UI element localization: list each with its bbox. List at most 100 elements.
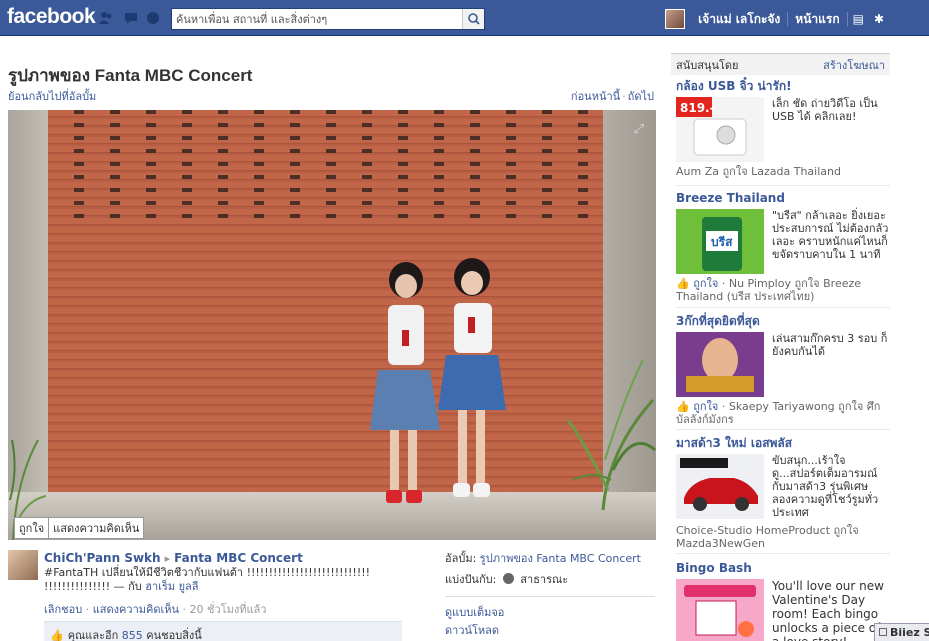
ad-title[interactable]: มาสด้า3 ใหม่ เอสพลัส	[676, 436, 890, 451]
ad-title[interactable]: 3ก๊กที่สุดยิดที่สุด	[676, 314, 890, 329]
ad-social-context: Aum Za ถูกใจ Lazada Thailand	[676, 165, 890, 178]
ad-image-usb-camera[interactable]: 819.-	[676, 97, 764, 162]
ad-body: เล็ก ชัด ถ่ายวิดีโอ เป็น USB ได้ คลิกเลย…	[772, 97, 878, 123]
search-input[interactable]	[172, 9, 462, 29]
friend-requests-icon[interactable]	[99, 11, 113, 25]
ad-item[interactable]: มาสด้า3 ใหม่ เอสพลัส ขับสนุก...เร้าใจ ดู…	[676, 436, 890, 554]
notifications-globe-icon[interactable]	[146, 11, 160, 25]
caption-text: #FantaTH เปลี่ยนให้มีชีวิตชีวากับแฟนต้า …	[44, 566, 371, 579]
photo-viewer[interactable]: ⤢	[8, 110, 656, 540]
create-ad-link[interactable]: สร้างโฆษณา	[823, 56, 885, 74]
fullscreen-link[interactable]: ดูแบบเต็มจอ	[445, 604, 655, 622]
tagged-person-link[interactable]: ฮาเร็ม ยูลลี	[145, 580, 198, 593]
ad-title[interactable]: Breeze Thailand	[676, 191, 890, 206]
ad-social-name: Nu Pimploy	[728, 277, 791, 290]
svg-text:บรีส: บรีส	[711, 235, 733, 249]
ad-social-context: Choice-Studio HomeProduct ถูกใจ Mazda3Ne…	[676, 524, 890, 550]
chat-tab-label: Biiez S	[890, 626, 929, 639]
photo-comment-button[interactable]: แสดงความคิดเห็น	[49, 518, 143, 538]
ad-social-verb: ถูกใจ	[794, 277, 820, 290]
search-button[interactable]	[462, 9, 484, 29]
likes-suffix: คนชอบสิ่งนี้	[146, 629, 202, 641]
photo-shutter-vents	[48, 110, 603, 225]
profile-avatar[interactable]	[665, 9, 686, 29]
ad-item[interactable]: Bingo Bash You'll love our new Valentine…	[676, 561, 890, 641]
likes-summary: 👍 คุณและอีก 855 คนชอบสิ่งนี้	[44, 621, 402, 641]
caption-meta: เลิกชอบ · แสดงความคิดเห็น · 20 ชั่วโมงที…	[44, 603, 267, 616]
privacy-shortcuts-icon[interactable]: ▤	[848, 12, 869, 26]
ad-item[interactable]: กล้อง USB จิ๋ว น่ารัก! 819.- เล็ก ชัด ถ่…	[676, 79, 890, 186]
ad-social-target: Mazda3NewGen	[676, 537, 765, 550]
ad-social-verb: ถูกใจ	[838, 400, 864, 413]
ad-social-target: Lazada Thailand	[751, 165, 841, 178]
ad-social-context: 👍 ถูกใจ · Skaepy Tariyawong ถูกใจ ศึกบัล…	[676, 400, 881, 426]
ad-image-three-kingdoms[interactable]	[676, 332, 764, 397]
globe-icon	[502, 573, 514, 584]
messages-icon[interactable]	[124, 11, 138, 25]
unlike-link[interactable]: เลิกชอบ	[44, 603, 82, 616]
thumbs-up-icon: 👍	[676, 400, 690, 413]
ad-title[interactable]: กล้อง USB จิ๋ว น่ารัก!	[676, 79, 890, 94]
photo-like-button[interactable]: ถูกใจ	[15, 518, 48, 538]
header-nav: เจ้าแม่ เลโกะจัง หน้าแรก ▤ ✱	[665, 9, 889, 29]
ad-body: "บรีส" กล้าเลอะ ยิ่งเยอะประสบการณ์ ไม่ต้…	[772, 209, 889, 261]
back-to-album-link[interactable]: ย้อนกลับไปที่อัลบั้ม	[8, 87, 96, 105]
previous-photo-link[interactable]: ก่อนหน้านี้	[571, 90, 620, 103]
ad-body: เล่นสามก๊กครบ 3 รอบ ก็ยังคบกันได้	[772, 332, 888, 358]
ad-item[interactable]: Breeze Thailand บรีส "บรีส" กล้าเลอะ ยิ่…	[676, 191, 890, 308]
ad-body: ขับสนุก...เร้าใจ ดู...สปอร์ตเต็มอารมณ์ ก…	[772, 454, 879, 519]
shared-with-label: แบ่งปันกับ:	[445, 573, 497, 586]
facebook-logo[interactable]: facebook	[7, 5, 96, 29]
sponsored-header: สนับสนุนโดย สร้างโฆษณา	[671, 53, 890, 75]
author-link[interactable]: ChiCh'Pann Swkh	[44, 551, 161, 565]
top-bar: facebook เจ้าแม่ เลโกะจัง หน้าแรก ▤ ✱	[0, 0, 929, 36]
expand-icon[interactable]: ⤢	[634, 122, 644, 137]
ad-social-name: Skaepy Tariyawong	[728, 400, 835, 413]
page-title: รูปภาพของ Fanta MBC Concert	[8, 66, 253, 85]
ad-image-breeze[interactable]: บรีส	[676, 209, 764, 274]
photo-person-right	[438, 258, 506, 497]
next-photo-link[interactable]: ถัดไป	[628, 90, 654, 103]
chat-status-icon	[879, 628, 887, 636]
sponsored-label: สนับสนุนโดย	[676, 58, 739, 72]
thumbs-up-icon: 👍	[50, 629, 64, 641]
profile-link[interactable]: เจ้าแม่ เลโกะจัง	[691, 10, 787, 29]
ad-social-verb: ถูกใจ	[833, 524, 859, 537]
ad-price: 819.-	[680, 101, 715, 115]
photo-options: ดูแบบเต็มจอ ดาวน์โหลด	[445, 596, 655, 640]
ad-like-link[interactable]: ถูกใจ	[693, 277, 718, 290]
ad-title[interactable]: Bingo Bash	[676, 561, 890, 576]
album-link[interactable]: รูปภาพของ Fanta MBC Concert	[480, 552, 641, 565]
page-link[interactable]: Fanta MBC Concert	[174, 551, 303, 565]
photo-plant-right	[566, 359, 656, 510]
ad-body: You'll love our new Valentine's Day room…	[772, 579, 884, 641]
download-link[interactable]: ดาวน์โหลด	[445, 622, 655, 640]
ad-social-context: 👍 ถูกใจ · Nu Pimploy ถูกใจ Breeze Thaila…	[676, 277, 862, 303]
search-icon	[468, 13, 480, 25]
timestamp: 20 ชั่วโมงที่แล้ว	[189, 603, 267, 616]
likes-count-link[interactable]: 855	[122, 629, 143, 641]
ad-image-bingo[interactable]	[676, 579, 764, 641]
settings-gear-icon[interactable]: ✱	[869, 12, 889, 26]
shared-with-value[interactable]: สาธารณะ	[520, 573, 568, 586]
ad-social-name: Choice-Studio HomeProduct	[676, 524, 831, 537]
ad-social-name: Aum Za	[676, 165, 719, 178]
photo-action-bar: ถูกใจ แสดงความคิดเห็น	[14, 517, 145, 539]
photo-meta: อัลบั้ม: รูปภาพของ Fanta MBC Concert แบ่…	[445, 552, 655, 594]
search-box	[171, 8, 485, 30]
photo-person-left	[370, 262, 440, 503]
chat-tab[interactable]: Biiez S	[874, 623, 929, 641]
uploader-avatar[interactable]	[8, 550, 38, 580]
arrow-right-icon: ▸	[164, 552, 171, 565]
ad-like-link[interactable]: ถูกใจ	[693, 400, 718, 413]
caption-text-cont: !!!!!!!!!!!!!!! — กับ	[44, 580, 142, 593]
home-link[interactable]: หน้าแรก	[788, 10, 846, 29]
comment-link[interactable]: แสดงความคิดเห็น	[93, 603, 179, 616]
album-label: อัลบั้ม:	[445, 552, 477, 565]
likes-prefix: คุณและอีก	[67, 629, 119, 641]
photo-caption: ChiCh'Pann Swkh ▸ Fanta MBC Concert #Fanta…	[44, 551, 424, 594]
thumbs-up-icon: 👍	[676, 277, 690, 290]
ad-image-mazda-car[interactable]	[676, 454, 764, 519]
ad-item[interactable]: 3ก๊กที่สุดยิดที่สุด เล่นสามก๊กครบ 3 รอบ …	[676, 314, 890, 430]
ad-social-verb: ถูกใจ	[722, 165, 748, 178]
